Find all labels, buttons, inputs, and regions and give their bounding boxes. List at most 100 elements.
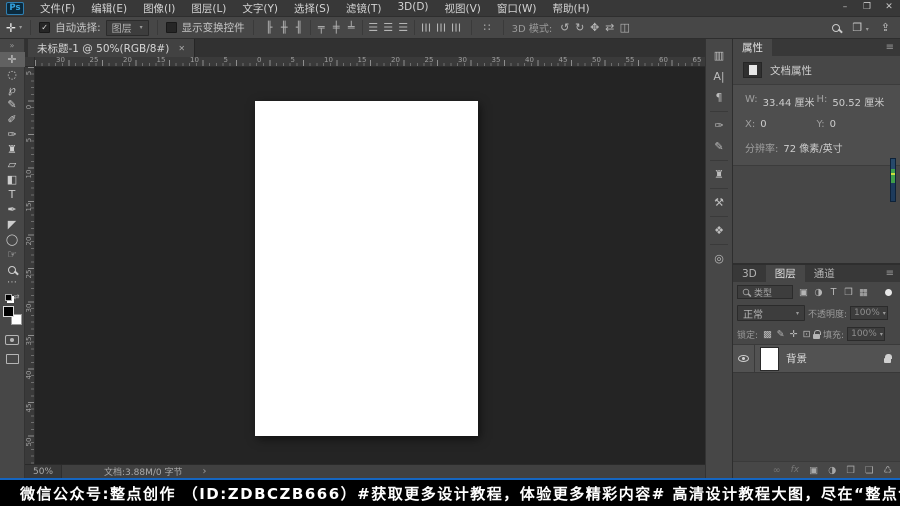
paragraph-panel-icon[interactable]: ¶ — [705, 87, 733, 108]
menubar-item[interactable]: 3D(D) — [389, 1, 436, 16]
new-layer-icon[interactable]: ❏ — [865, 465, 874, 476]
status-expand-arrow[interactable]: › — [202, 466, 206, 477]
lock-artboard-icon[interactable]: ⊡ — [800, 329, 813, 340]
menubar-item[interactable]: 窗口(W) — [489, 1, 545, 16]
menubar-item[interactable]: 编辑(E) — [83, 1, 135, 16]
search-icon[interactable] — [832, 23, 841, 32]
filter-pixel-layers-icon[interactable]: ▣ — [796, 287, 811, 298]
menubar-item[interactable]: 帮助(H) — [545, 1, 598, 16]
restore-button[interactable]: ❐ — [856, 0, 878, 14]
eyedropper-tool[interactable]: ✐ — [0, 112, 25, 127]
lock-position-icon[interactable]: ✛ — [787, 329, 800, 340]
distribute-spacing-grid-icon[interactable]: ∷ — [480, 21, 495, 34]
zoom-tool[interactable] — [0, 262, 25, 277]
distribute-left-edges-icon[interactable]: ☰ — [419, 20, 432, 35]
lasso-tool[interactable]: ℘ — [0, 82, 25, 97]
document-canvas[interactable] — [255, 101, 478, 436]
path-selection-tool[interactable]: ◤ — [0, 217, 25, 232]
tab-3D[interactable]: 3D — [733, 265, 766, 282]
distribute-bottom-edges-icon[interactable]: ☰ — [396, 21, 411, 34]
menubar-item[interactable]: 滤镜(T) — [338, 1, 390, 16]
filter-shape-layers-icon[interactable]: ❒ — [841, 287, 856, 298]
filter-smart-objects-icon[interactable]: ▦ — [856, 287, 871, 298]
align-horizontal-centers-icon[interactable]: ╫ — [277, 21, 292, 34]
sync-status-icon[interactable]: ◎ — [705, 248, 733, 269]
brushes-panel-icon[interactable]: ✎ — [705, 136, 733, 157]
align-bottom-edges-icon[interactable]: ╧ — [344, 21, 359, 34]
distribute-vertical-centers-icon[interactable]: ☰ — [381, 21, 396, 34]
delete-layer-icon[interactable]: ♺ — [883, 465, 892, 476]
show-transform-checkbox[interactable] — [165, 22, 177, 33]
share-icon[interactable]: ⇪ — [881, 21, 890, 34]
menubar-item[interactable]: 文字(Y) — [234, 1, 286, 16]
libraries-panel-icon[interactable]: ❖ — [705, 220, 733, 241]
fill-field[interactable]: 100% ▾ — [847, 327, 886, 341]
screen-mode-icon[interactable] — [5, 354, 19, 364]
layer-effects-icon[interactable]: fx — [791, 465, 800, 475]
tab-图层[interactable]: 图层 — [765, 265, 805, 282]
edit-toolbar-icon[interactable]: ⋯ — [0, 277, 25, 290]
eraser-tool[interactable]: ▱ — [0, 157, 25, 172]
pen-tool[interactable]: ✒ — [0, 202, 25, 217]
new-adjustment-layer-icon[interactable]: ◑ — [828, 465, 836, 476]
workspace-switcher[interactable]: ❐ ▾ — [852, 21, 868, 34]
3d-pan-icon[interactable]: ✥ — [587, 21, 602, 34]
filter-type-layers-icon[interactable]: T — [826, 287, 841, 298]
gradient-tool[interactable]: ◧ — [0, 172, 25, 187]
lock-transparency-icon[interactable]: ▩ — [761, 329, 774, 340]
lock-image-icon[interactable]: ✎ — [774, 329, 787, 340]
clone-stamp-tool[interactable]: ♜ — [0, 142, 25, 157]
menubar-item[interactable]: 文件(F) — [32, 1, 83, 16]
align-vertical-centers-icon[interactable]: ╪ — [329, 21, 344, 34]
layer-visibility-toggle[interactable] — [733, 345, 755, 372]
document-tab[interactable]: 未标题-1 @ 50%(RGB/8#) ✕ — [28, 39, 196, 57]
tab-通道[interactable]: 通道 — [805, 265, 844, 282]
brush-settings-panel-icon[interactable]: ✑ — [705, 115, 733, 136]
minimize-button[interactable]: – — [834, 0, 856, 14]
default-colors-icon[interactable] — [4, 293, 12, 301]
menubar-item[interactable]: 图层(L) — [183, 1, 234, 16]
tool-presets-panel-icon[interactable]: ⚒ — [705, 192, 733, 213]
3d-scale-icon[interactable]: ◫ — [617, 21, 632, 34]
quick-selection-tool[interactable]: ✎ — [0, 97, 25, 112]
document-properties-button[interactable] — [743, 62, 762, 78]
panel-menu-icon[interactable]: ≡ — [886, 39, 900, 56]
distribute-horizontal-centers-icon[interactable]: ☰ — [434, 20, 447, 35]
close-tab-icon[interactable]: ✕ — [178, 44, 185, 53]
brush-tool[interactable]: ✑ — [0, 127, 25, 142]
zoom-level-field[interactable]: 50% — [25, 465, 63, 478]
align-right-edges-icon[interactable]: ╢ — [292, 21, 307, 34]
layer-row-background[interactable]: 背景 — [733, 345, 900, 373]
3d-slide-icon[interactable]: ⇄ — [602, 21, 617, 34]
swap-colors-icon[interactable]: ⇄ — [14, 293, 20, 301]
clone-source-panel-icon[interactable]: ♜ — [705, 164, 733, 185]
align-top-edges-icon[interactable]: ╤ — [314, 21, 329, 34]
new-group-icon[interactable]: ❒ — [846, 465, 855, 476]
layer-lock-badge[interactable] — [884, 354, 892, 363]
link-layers-icon[interactable]: ∞ — [773, 465, 781, 476]
blend-mode-dropdown[interactable]: 正常 ▾ — [737, 305, 805, 321]
app-icon[interactable]: Ps — [6, 1, 24, 15]
opacity-field[interactable]: 100% ▾ — [850, 306, 889, 320]
close-button[interactable]: ✕ — [878, 0, 900, 14]
panel-menu-icon[interactable]: ≡ — [886, 265, 900, 282]
menubar-item[interactable]: 视图(V) — [437, 1, 489, 16]
lock-all-icon[interactable] — [813, 329, 822, 339]
foreground-color-swatch[interactable] — [2, 306, 14, 317]
layer-thumbnail[interactable] — [760, 346, 779, 371]
3d-roll-icon[interactable]: ↻ — [572, 21, 587, 34]
filter-adjustment-layers-icon[interactable]: ◑ — [811, 287, 826, 298]
hand-tool[interactable]: ☞ — [0, 247, 25, 262]
swatches-panel-icon[interactable]: ▥ — [705, 45, 733, 66]
menubar-item[interactable]: 选择(S) — [286, 1, 338, 16]
layer-filter-type-dropdown[interactable]: 类型 — [737, 285, 793, 299]
3d-rotate-icon[interactable]: ↺ — [557, 21, 572, 34]
tab-properties[interactable]: 属性 — [733, 39, 772, 56]
character-panel-icon[interactable]: A| — [705, 66, 733, 87]
shape-tool[interactable]: ◯ — [0, 232, 25, 247]
move-tool[interactable]: ✛ — [0, 52, 25, 67]
filter-toggle-icon[interactable] — [885, 288, 892, 296]
type-tool[interactable]: T — [0, 187, 25, 202]
align-left-edges-icon[interactable]: ╟ — [262, 21, 277, 34]
add-layer-mask-icon[interactable]: ▣ — [809, 465, 818, 476]
